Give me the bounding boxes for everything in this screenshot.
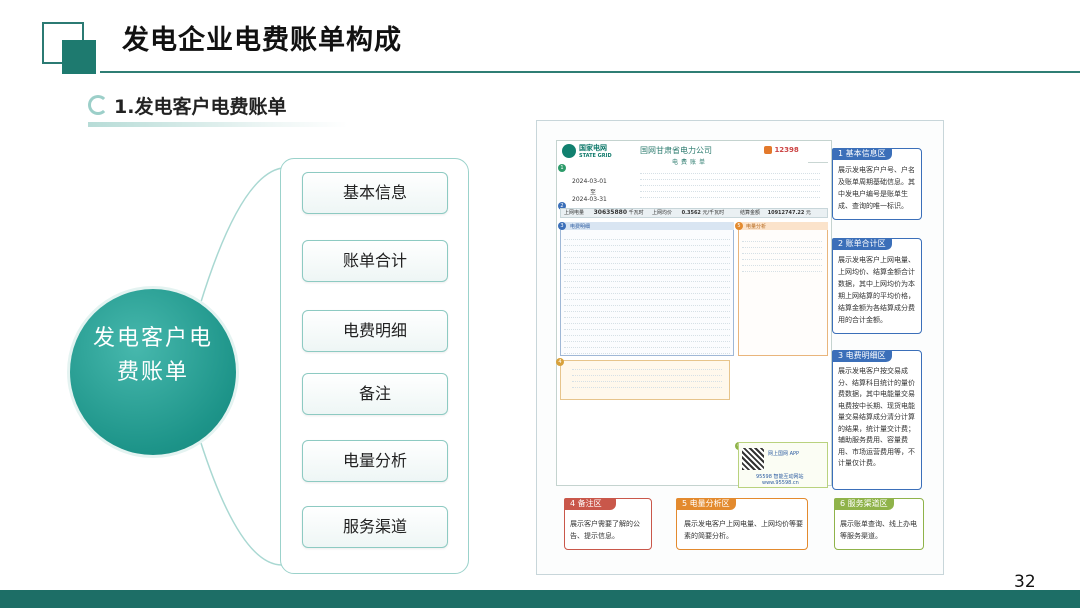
- callout-6-body: 展示账单查询、线上办电等服务渠道。: [840, 520, 917, 540]
- page-number: 32: [1014, 572, 1036, 592]
- state-grid-logo-text: 国家电网 STATE GRID: [579, 144, 612, 160]
- item-service-channel: 服务渠道: [302, 506, 448, 548]
- summary-unit-1: 千瓦时: [628, 210, 644, 216]
- bill-date-start: 2024-03-01: [572, 178, 607, 185]
- badge-4: 4: [556, 358, 564, 366]
- summary-label-1: 上网电量: [564, 210, 585, 216]
- item-remark: 备注: [302, 373, 448, 415]
- summary-value-2: 0.3562: [681, 210, 701, 216]
- callout-3-title: 3 电费明细区: [832, 350, 892, 362]
- badge-1: 1: [558, 164, 566, 172]
- summary-item-3: 结算金额 10912747.22 元: [740, 209, 811, 216]
- detail-title: 电费明细: [570, 224, 591, 230]
- summary-unit-2: 元/千瓦时: [702, 210, 725, 216]
- info-row: [640, 192, 820, 198]
- center-line-2: 费账单: [116, 360, 189, 385]
- app-label: 网上国网 APP: [768, 451, 800, 457]
- callout-6-title: 6 服务渠道区: [834, 498, 894, 510]
- item-energy-analysis: 电量分析: [302, 440, 448, 482]
- bill-company: 国网甘肃省电力公司: [640, 146, 712, 155]
- callout-1-title: 1 基本信息区: [832, 148, 892, 160]
- callout-1-label: 基本信息区: [845, 149, 886, 158]
- callout-2-label: 账单合计区: [845, 239, 886, 248]
- logo-en: STATE GRID: [579, 153, 612, 159]
- summary-value-1: 30635880: [593, 209, 628, 216]
- header-rule: [808, 162, 828, 163]
- callout-1-body: 展示发电客户户号、户名及账单周期基础信息。其中发电户编号是账单生成、查询的唯一标…: [838, 166, 915, 210]
- hotline-icon: [764, 146, 772, 154]
- callout-4-num: 4: [570, 499, 576, 508]
- callout-5-title: 5 电量分析区: [676, 498, 736, 510]
- analysis-title: 电量分析: [746, 224, 767, 230]
- item-bill-total: 账单合计: [302, 240, 448, 282]
- callout-4-label: 备注区: [577, 499, 602, 508]
- info-rows: [640, 168, 820, 198]
- hotline-text: 12398: [774, 146, 799, 154]
- callout-2-title: 2 账单合计区: [832, 238, 892, 250]
- callout-6-label: 服务渠道区: [847, 499, 888, 508]
- summary-unit-3: 元: [805, 210, 811, 216]
- footer-bar: [0, 590, 1080, 608]
- site-label: 95598 智能互动网站: [756, 474, 804, 480]
- remark-row: [572, 382, 722, 388]
- bill-date-to: 至: [590, 189, 597, 196]
- qr-code-icon: [742, 448, 764, 470]
- logo-cn: 国家电网: [579, 144, 607, 152]
- detail-rows: [564, 234, 730, 354]
- summary-item-1: 上网电量 30635880 千瓦时: [564, 209, 644, 216]
- analysis-rows: [742, 236, 822, 272]
- callout-3-label: 电费明细区: [845, 351, 886, 360]
- callout-5-num: 5: [682, 499, 688, 508]
- center-circle-label: 发电客户电 费账单: [70, 322, 236, 390]
- callout-6-num: 6: [840, 499, 846, 508]
- callout-5-label: 电量分析区: [689, 499, 730, 508]
- hotline-number: 12398: [764, 146, 799, 154]
- summary-item-2: 上网均价 0.3562 元/千瓦时: [652, 209, 724, 216]
- state-grid-logo-icon: [562, 144, 576, 158]
- callout-4-body: 展示客户需要了解的公告、提示信息。: [570, 520, 640, 540]
- summary-label-2: 上网均价: [652, 210, 673, 216]
- analysis-row: [742, 266, 822, 272]
- summary-value-3: 10912747.22: [767, 210, 805, 216]
- callout-2-body: 展示发电客户上网电量、上网均价、结算金额合计数据，其中上网均价为本期上网结算的平…: [838, 256, 915, 324]
- site-url: www.95598.cn: [762, 480, 799, 486]
- remark-rows: [572, 364, 722, 388]
- item-basic-info: 基本信息: [302, 172, 448, 214]
- badge-3: 3: [558, 222, 566, 230]
- center-line-1: 发电客户电: [92, 326, 213, 351]
- callout-1-num: 1: [838, 149, 844, 158]
- summary-label-3: 结算金额: [740, 210, 761, 216]
- badge-5: 5: [735, 222, 743, 230]
- callout-2-num: 2: [838, 239, 844, 248]
- callout-3-body: 展示发电客户按交易成分、结算科目统计的量价费数据，其中电能量交易电费按中长期、现…: [838, 367, 915, 467]
- detail-row: [564, 348, 730, 354]
- item-fee-detail: 电费明细: [302, 310, 448, 352]
- callout-3-num: 3: [838, 351, 844, 360]
- callout-4-title: 4 备注区: [564, 498, 616, 510]
- bill-date-end: 2024-03-31: [572, 196, 607, 203]
- bill-heading: 电费账单: [672, 159, 709, 166]
- callout-5-body: 展示发电客户上网电量、上网均价等要素的简要分析。: [684, 520, 803, 540]
